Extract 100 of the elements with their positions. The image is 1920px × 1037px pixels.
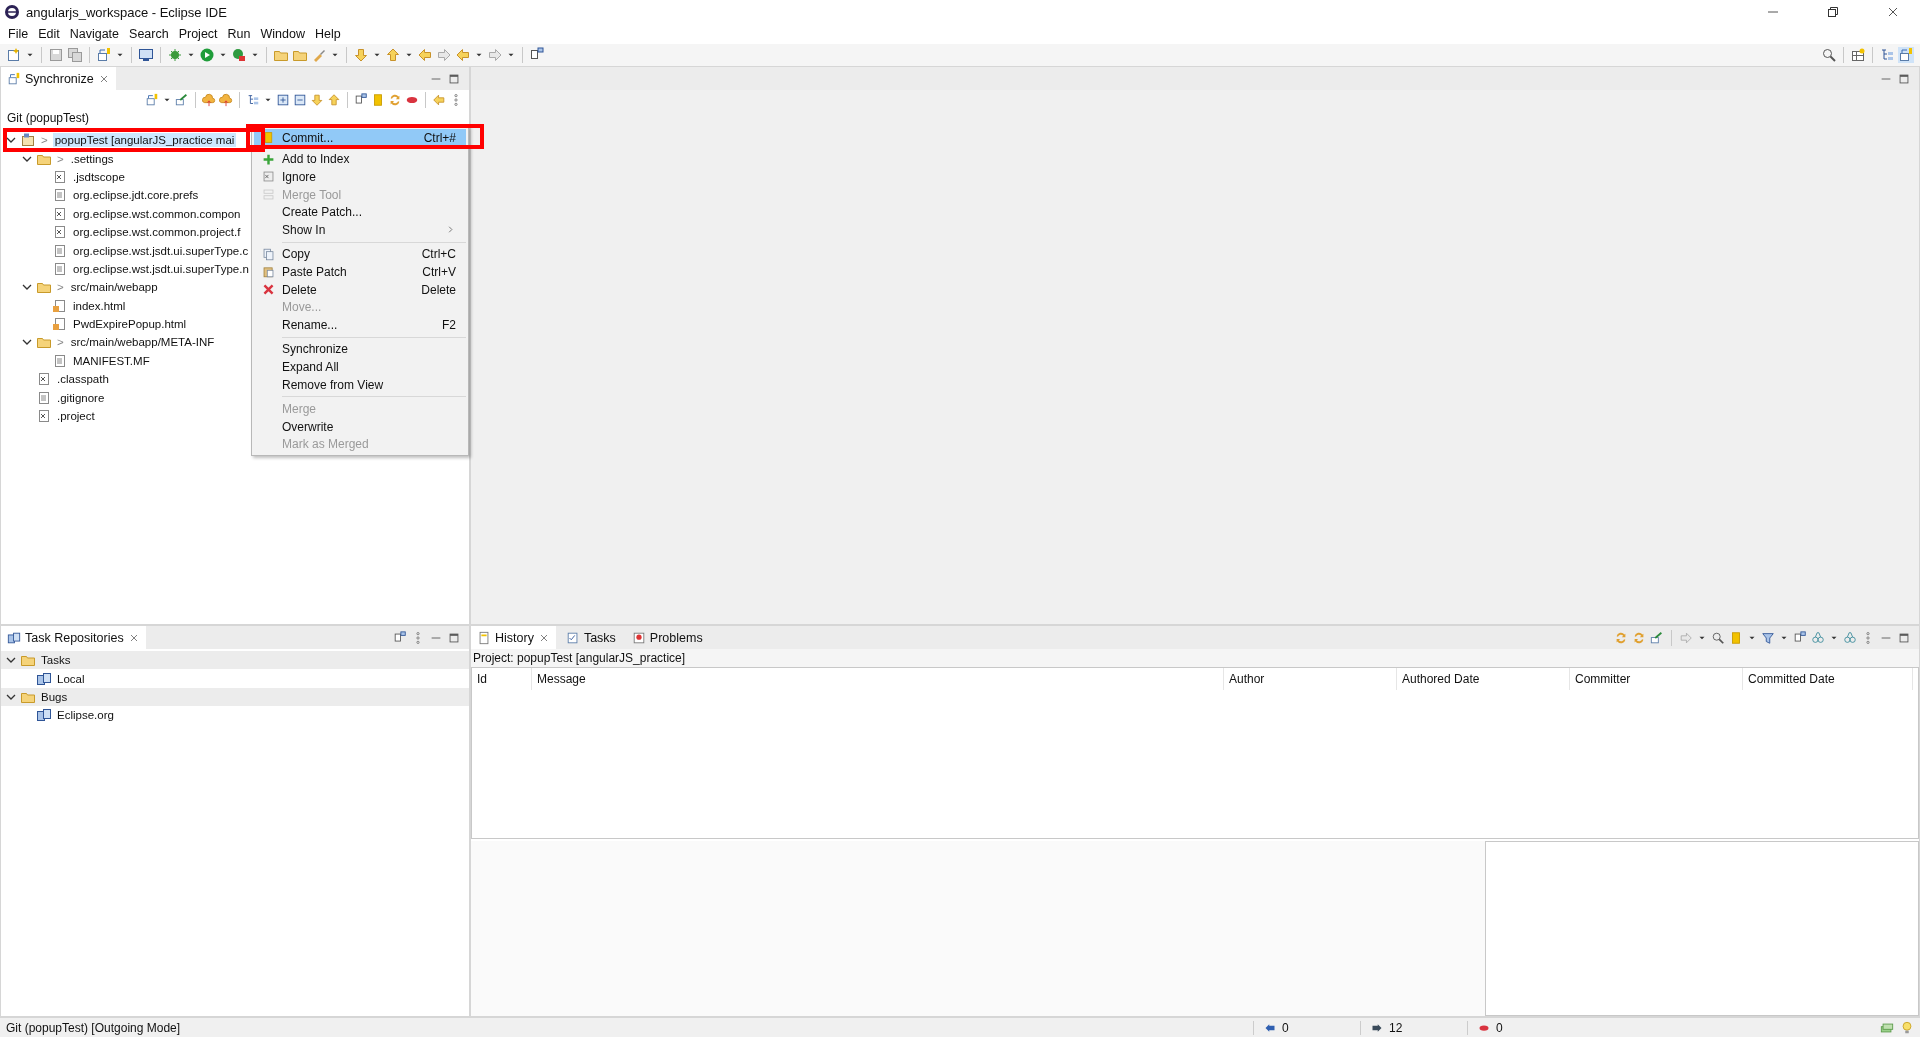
menu-item[interactable]: Search — [125, 26, 175, 42]
tree-item[interactable]: org.eclipse.wst.jsdt.ui.superType.c — [71, 243, 251, 258]
tree-item[interactable]: org.eclipse.jdt.core.prefs — [71, 188, 201, 203]
menu-item[interactable]: Navigate — [65, 26, 126, 42]
tree-item[interactable]: Tasks — [39, 653, 73, 668]
down-arrow-icon[interactable] — [353, 47, 369, 63]
perspective-icon[interactable] — [1850, 47, 1866, 63]
column-header[interactable]: Committer — [1570, 668, 1743, 690]
up-arrow-icon[interactable] — [327, 93, 341, 107]
save-all-icon[interactable] — [67, 47, 83, 63]
link-icon[interactable] — [175, 93, 189, 107]
menu-item[interactable]: Copy Ctrl+C — [254, 245, 466, 264]
status-text: Git (popupTest) [Outgoing Mode] — [6, 1020, 181, 1035]
copy-icon — [261, 247, 275, 261]
column-header[interactable]: Authored Date — [1397, 668, 1570, 690]
menu-item[interactable]: Window — [256, 26, 311, 42]
menu-item[interactable]: Expand All — [254, 358, 466, 376]
clipboard-icon — [261, 265, 275, 279]
binoculars-icon[interactable] — [1811, 630, 1825, 645]
tree-item[interactable]: org.eclipse.wst.jsdt.ui.superType.n — [71, 261, 251, 276]
back-arrow-icon[interactable] — [417, 47, 433, 63]
up-arrow-icon[interactable] — [385, 47, 401, 63]
repository-icon[interactable] — [96, 47, 112, 63]
window-title: angularjs_workspace - Eclipse IDE — [26, 4, 227, 20]
filter-icon[interactable] — [1761, 630, 1775, 645]
maximize-icon[interactable] — [1897, 71, 1911, 86]
back-arrow-icon[interactable] — [455, 47, 471, 63]
menu-item[interactable]: Synchronize — [254, 340, 466, 359]
menu-item[interactable]: Paste Patch Ctrl+V — [254, 263, 466, 281]
repository-icon[interactable] — [145, 93, 159, 107]
tree-icon[interactable] — [1879, 47, 1895, 63]
stack-icon[interactable] — [1880, 1020, 1894, 1035]
monitor-icon[interactable] — [138, 47, 154, 63]
expand-all-icon[interactable] — [276, 93, 290, 107]
view-tab[interactable]: Synchronize — [1, 67, 116, 90]
column-header[interactable]: Author — [1224, 668, 1397, 690]
back-arrow-icon[interactable] — [432, 93, 446, 107]
tree-item[interactable]: Bugs — [39, 689, 70, 704]
tree-item[interactable]: MANIFEST.MF — [71, 353, 152, 368]
menu-item[interactable]: Create Patch... — [254, 203, 466, 221]
save-icon[interactable] — [48, 47, 64, 63]
menu-item[interactable]: Ignore — [254, 168, 466, 186]
menu-item[interactable]: Help — [310, 26, 347, 42]
tree-item[interactable]: .jsdtscope — [71, 169, 127, 184]
external-tool-icon[interactable] — [231, 47, 247, 63]
file-icon — [52, 352, 68, 369]
repository-icon[interactable] — [1898, 47, 1914, 63]
tree-item[interactable]: org.eclipse.wst.common.compon — [71, 206, 243, 221]
cloud-icon[interactable] — [219, 93, 233, 107]
sync-icon[interactable] — [388, 93, 402, 107]
tree-item[interactable]: .gitignore — [55, 390, 107, 405]
tree-item[interactable]: .settings — [68, 151, 116, 166]
tree-item[interactable]: popupTest [angularJS_practice mai — [52, 133, 237, 148]
binoculars-icon[interactable] — [1843, 630, 1857, 645]
collapse-all-icon[interactable] — [293, 93, 307, 107]
column-header[interactable]: Committed Date — [1743, 668, 1913, 690]
column-header[interactable]: Id — [472, 668, 532, 690]
search-icon[interactable] — [1711, 630, 1725, 645]
plus-icon — [261, 152, 275, 166]
link-icon[interactable] — [1650, 630, 1664, 645]
tree-item[interactable]: index.html — [71, 298, 128, 313]
bug-icon[interactable] — [167, 47, 183, 63]
menu-item[interactable]: Rename... F2 — [254, 315, 466, 334]
repositories-icon[interactable] — [7, 630, 21, 645]
outgoing-marker: > — [40, 134, 49, 147]
maximize-icon[interactable] — [1897, 630, 1911, 645]
tree-item[interactable]: Eclipse.org — [55, 708, 116, 723]
menu-item[interactable]: File — [4, 26, 35, 42]
menu-item[interactable]: Add to Index — [254, 150, 466, 169]
menu-item[interactable]: Remove from View — [254, 375, 466, 394]
view-tab[interactable]: Task Repositories — [1, 626, 146, 649]
cloud-icon[interactable] — [202, 93, 216, 107]
tree-icon[interactable] — [246, 93, 260, 107]
menu-item[interactable]: Run — [223, 26, 257, 42]
menu-item[interactable]: Delete Delete — [254, 280, 466, 299]
tree-item[interactable]: .classpath — [55, 372, 111, 387]
repository-icon[interactable] — [7, 71, 21, 86]
tree-item[interactable]: .project — [55, 409, 97, 424]
new-file-icon[interactable] — [6, 47, 22, 63]
restore-icon[interactable] — [1825, 4, 1841, 20]
tree-item[interactable]: src/main/webapp — [68, 280, 160, 295]
project-label: Project: popupTest [angularJS_practice] — [471, 649, 1919, 667]
view-tab[interactable]: Tasks — [559, 626, 622, 649]
maximize-icon[interactable] — [447, 71, 461, 86]
menu-item[interactable]: Show In — [254, 220, 466, 239]
tree-item[interactable]: Local — [55, 671, 87, 686]
maximize-icon[interactable] — [447, 630, 461, 645]
column-header[interactable]: Message — [532, 668, 1224, 690]
tree-item[interactable]: src/main/webapp/META-INF — [68, 335, 217, 350]
file-icon — [52, 297, 68, 314]
tree-item[interactable]: org.eclipse.wst.common.project.f — [71, 225, 243, 240]
search-icon[interactable] — [1821, 47, 1837, 63]
menu-item[interactable]: Overwrite — [254, 417, 466, 436]
down-arrow-icon[interactable] — [310, 93, 324, 107]
menu-item[interactable]: Edit — [34, 26, 66, 42]
tree-item[interactable]: PwdExpirePopup.html — [71, 317, 189, 332]
run-icon[interactable] — [199, 47, 215, 63]
view-tab[interactable]: Problems — [625, 626, 709, 649]
view-tab[interactable]: History — [471, 626, 556, 649]
menu-item[interactable]: Project — [174, 26, 224, 42]
